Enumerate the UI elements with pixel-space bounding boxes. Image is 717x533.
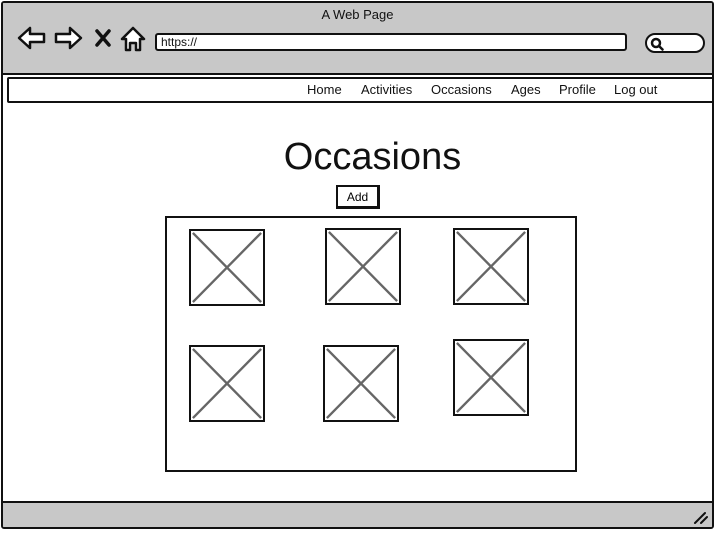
menu-item-profile[interactable]: Profile bbox=[559, 79, 596, 101]
image-placeholder-icon bbox=[326, 348, 396, 419]
address-bar[interactable]: https:// bbox=[155, 33, 627, 51]
menu-item-ages[interactable]: Ages bbox=[511, 79, 541, 101]
image-placeholder-icon bbox=[192, 232, 262, 303]
occasion-tile[interactable] bbox=[323, 345, 399, 422]
window-title: A Web Page bbox=[321, 7, 394, 22]
occasion-tile[interactable] bbox=[325, 228, 401, 305]
image-placeholder-icon bbox=[192, 348, 262, 419]
search-icon bbox=[650, 37, 664, 51]
image-placeholder-icon bbox=[328, 231, 398, 302]
browser-window: A Web Page https:// Home Activities Occa… bbox=[1, 1, 714, 529]
menu-item-home[interactable]: Home bbox=[307, 79, 342, 101]
occasion-tile[interactable] bbox=[189, 229, 265, 306]
occasion-tile[interactable] bbox=[453, 228, 529, 305]
home-icon[interactable] bbox=[119, 25, 147, 53]
back-arrow-icon[interactable] bbox=[17, 25, 47, 51]
menu-item-occasions[interactable]: Occasions bbox=[431, 79, 492, 101]
menu-item-log-out[interactable]: Log out bbox=[614, 79, 657, 101]
occasions-grid bbox=[165, 216, 577, 472]
forward-arrow-icon[interactable] bbox=[53, 25, 83, 51]
occasion-tile[interactable] bbox=[453, 339, 529, 416]
menu-item-activities[interactable]: Activities bbox=[361, 79, 412, 101]
status-bar bbox=[3, 501, 712, 527]
search-field[interactable] bbox=[645, 33, 705, 53]
image-placeholder-icon bbox=[456, 342, 526, 413]
browser-chrome: A Web Page https:// bbox=[3, 3, 712, 75]
close-x-icon[interactable] bbox=[93, 28, 113, 48]
occasion-tile[interactable] bbox=[189, 345, 265, 422]
image-placeholder-icon bbox=[456, 231, 526, 302]
resize-grip-icon[interactable] bbox=[692, 510, 708, 524]
page-title: Occasions bbox=[283, 136, 462, 178]
add-button[interactable]: Add bbox=[336, 185, 380, 209]
menu-bar: Home Activities Occasions Ages Profile L… bbox=[7, 77, 712, 103]
